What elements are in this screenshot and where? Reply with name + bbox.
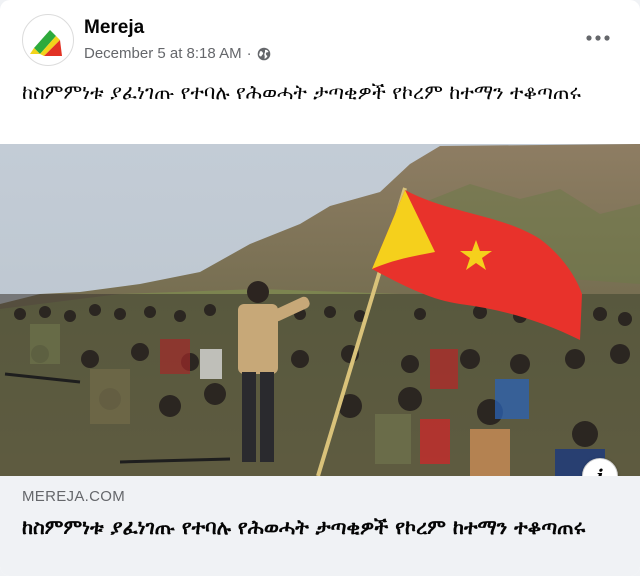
post-timestamp[interactable]: December 5 at 8:18 AM	[84, 45, 242, 62]
link-domain: MEREJA.COM	[22, 488, 126, 505]
more-options-icon	[586, 35, 610, 41]
page-avatar[interactable]	[22, 14, 74, 66]
more-options-button[interactable]	[580, 24, 616, 52]
meta-separator: ·	[246, 45, 252, 62]
mereja-logo-icon	[30, 30, 62, 56]
page-name[interactable]: Mereja	[84, 17, 144, 39]
post-card: Mereja December 5 at 8:18 AM · ከስምምነቱ ያፈ…	[0, 0, 640, 576]
post-photo[interactable]	[0, 144, 640, 476]
post-meta: December 5 at 8:18 AM ·	[84, 45, 271, 62]
post-header: Mereja December 5 at 8:18 AM ·	[0, 0, 640, 72]
globe-icon[interactable]	[257, 47, 271, 61]
post-text: ከስምምነቱ ያፈነገጡ የተባሉ የሕወሓት ታጣቂዎች የኮረም ከተማን …	[22, 80, 581, 104]
link-preview[interactable]: MEREJA.COM ከስምምነቱ ያፈነገጡ የተባሉ የሕወሓት ታጣቂዎች…	[0, 476, 640, 576]
link-title: ከስምምነቱ ያፈነገጡ የተባሉ የሕወሓት ታጣቂዎች የኮረም ከተማን …	[22, 515, 586, 539]
